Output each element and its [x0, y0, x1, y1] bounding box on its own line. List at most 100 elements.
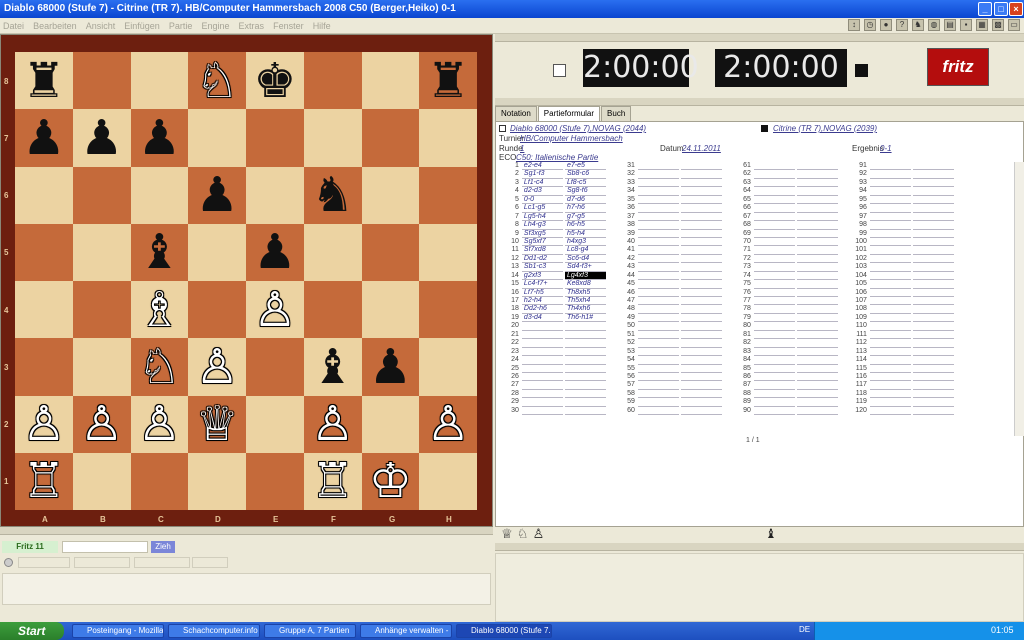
- white-move[interactable]: [637, 204, 679, 213]
- square-b4[interactable]: [72, 281, 131, 339]
- white-move[interactable]: Lh4-g3: [521, 221, 563, 230]
- database-icon[interactable]: ▦: [976, 19, 988, 31]
- black-move[interactable]: [796, 238, 839, 247]
- square-e1[interactable]: [246, 452, 304, 510]
- black-move[interactable]: [680, 373, 723, 382]
- black-move[interactable]: [912, 280, 955, 289]
- square-c5[interactable]: ♝: [130, 223, 189, 281]
- black-move[interactable]: [680, 305, 723, 314]
- white-move[interactable]: [753, 255, 795, 264]
- white-move[interactable]: [753, 272, 795, 281]
- chess-piece-bP[interactable]: ♟: [253, 228, 296, 276]
- black-move[interactable]: [912, 289, 955, 297]
- white-move[interactable]: Dd2-h6: [521, 305, 563, 314]
- black-move[interactable]: [796, 162, 839, 171]
- window-icon[interactable]: ▭: [1008, 19, 1020, 31]
- black-move[interactable]: [912, 187, 955, 196]
- black-move[interactable]: [680, 289, 723, 297]
- white-move[interactable]: [521, 381, 563, 390]
- chess-piece-wP[interactable]: ♙: [138, 400, 181, 448]
- black-move[interactable]: [796, 204, 839, 213]
- white-move[interactable]: [753, 339, 795, 348]
- white-move[interactable]: [869, 170, 911, 179]
- square-c6[interactable]: [130, 166, 189, 224]
- square-g5[interactable]: [361, 223, 420, 281]
- white-move[interactable]: [753, 238, 795, 247]
- chess-piece-bP[interactable]: ♟: [369, 343, 412, 391]
- black-move[interactable]: [564, 365, 607, 373]
- square-g6[interactable]: [361, 166, 420, 224]
- white-move[interactable]: [869, 348, 911, 357]
- white-move[interactable]: [869, 162, 911, 171]
- square-f4[interactable]: [303, 281, 362, 339]
- chess-piece-bN[interactable]: ♞: [311, 171, 354, 219]
- black-move[interactable]: [912, 373, 955, 382]
- square-d5[interactable]: [188, 223, 246, 281]
- square-f1[interactable]: ♖: [303, 452, 362, 510]
- square-a5[interactable]: [15, 223, 73, 281]
- white-move[interactable]: [521, 322, 563, 331]
- black-move[interactable]: [912, 272, 955, 281]
- white-move[interactable]: [637, 230, 679, 238]
- black-move[interactable]: [680, 187, 723, 196]
- white-move[interactable]: [869, 339, 911, 348]
- square-f6[interactable]: ♞: [303, 166, 362, 224]
- tab-notation[interactable]: Notation: [495, 106, 537, 121]
- chess-piece-wP[interactable]: ♙: [196, 343, 239, 391]
- white-move[interactable]: [753, 204, 795, 213]
- black-move[interactable]: Sd4-f3+: [564, 263, 607, 272]
- square-h7[interactable]: [419, 109, 477, 167]
- white-move[interactable]: [753, 170, 795, 179]
- black-move[interactable]: [680, 331, 723, 340]
- black-move[interactable]: [680, 170, 723, 179]
- chess-piece-wQ[interactable]: ♕: [196, 400, 239, 448]
- black-move[interactable]: [796, 381, 839, 390]
- black-move[interactable]: [680, 365, 723, 373]
- white-move[interactable]: 0-0: [521, 196, 563, 205]
- white-move[interactable]: [637, 407, 679, 416]
- black-move[interactable]: [680, 263, 723, 272]
- black-move[interactable]: [680, 246, 723, 255]
- black-move[interactable]: e7-e5: [564, 162, 607, 171]
- white-move[interactable]: [753, 162, 795, 171]
- black-move[interactable]: h7-h6: [564, 204, 607, 213]
- black-move[interactable]: Lg4xf3: [564, 271, 607, 281]
- black-move[interactable]: [912, 230, 955, 238]
- white-move[interactable]: [753, 230, 795, 238]
- white-move[interactable]: Sg5xf7: [521, 238, 563, 247]
- square-d6[interactable]: ♟: [188, 166, 246, 224]
- tab-buch[interactable]: Buch: [601, 106, 632, 121]
- square-g1[interactable]: ♔: [361, 452, 420, 510]
- white-move[interactable]: [637, 322, 679, 331]
- black-move[interactable]: [796, 196, 839, 205]
- taskbar-item[interactable]: Posteingang - Mozilla ...: [72, 624, 164, 638]
- menu-einfuegen[interactable]: Einfügen: [121, 18, 163, 34]
- square-b3[interactable]: [72, 338, 131, 396]
- white-move[interactable]: [869, 246, 911, 255]
- square-f8[interactable]: [303, 52, 362, 110]
- black-move[interactable]: [912, 297, 955, 306]
- white-move[interactable]: [637, 331, 679, 340]
- black-move[interactable]: [796, 213, 839, 222]
- black-move[interactable]: h5-h4: [564, 230, 607, 238]
- black-move[interactable]: [912, 221, 955, 230]
- black-move[interactable]: [912, 314, 955, 323]
- black-move[interactable]: [680, 280, 723, 289]
- black-move[interactable]: [912, 255, 955, 264]
- square-e6[interactable]: [246, 166, 304, 224]
- white-move[interactable]: [869, 373, 911, 382]
- black-move[interactable]: [912, 305, 955, 314]
- black-move[interactable]: Lc8-g4: [564, 246, 607, 255]
- white-move[interactable]: [637, 398, 679, 407]
- menu-fenster[interactable]: Fenster: [270, 18, 307, 34]
- black-move[interactable]: [796, 314, 839, 323]
- white-move[interactable]: [521, 331, 563, 340]
- black-move[interactable]: [912, 339, 955, 348]
- black-move[interactable]: [680, 230, 723, 238]
- black-move[interactable]: Sg8-f6: [564, 187, 607, 196]
- white-move[interactable]: [753, 331, 795, 340]
- chess-piece-wP[interactable]: ♙: [22, 400, 65, 448]
- black-move[interactable]: Lf8-c5: [564, 179, 607, 188]
- black-move[interactable]: Th6-h1#: [564, 314, 607, 323]
- chess-piece-wN[interactable]: ♘: [138, 343, 181, 391]
